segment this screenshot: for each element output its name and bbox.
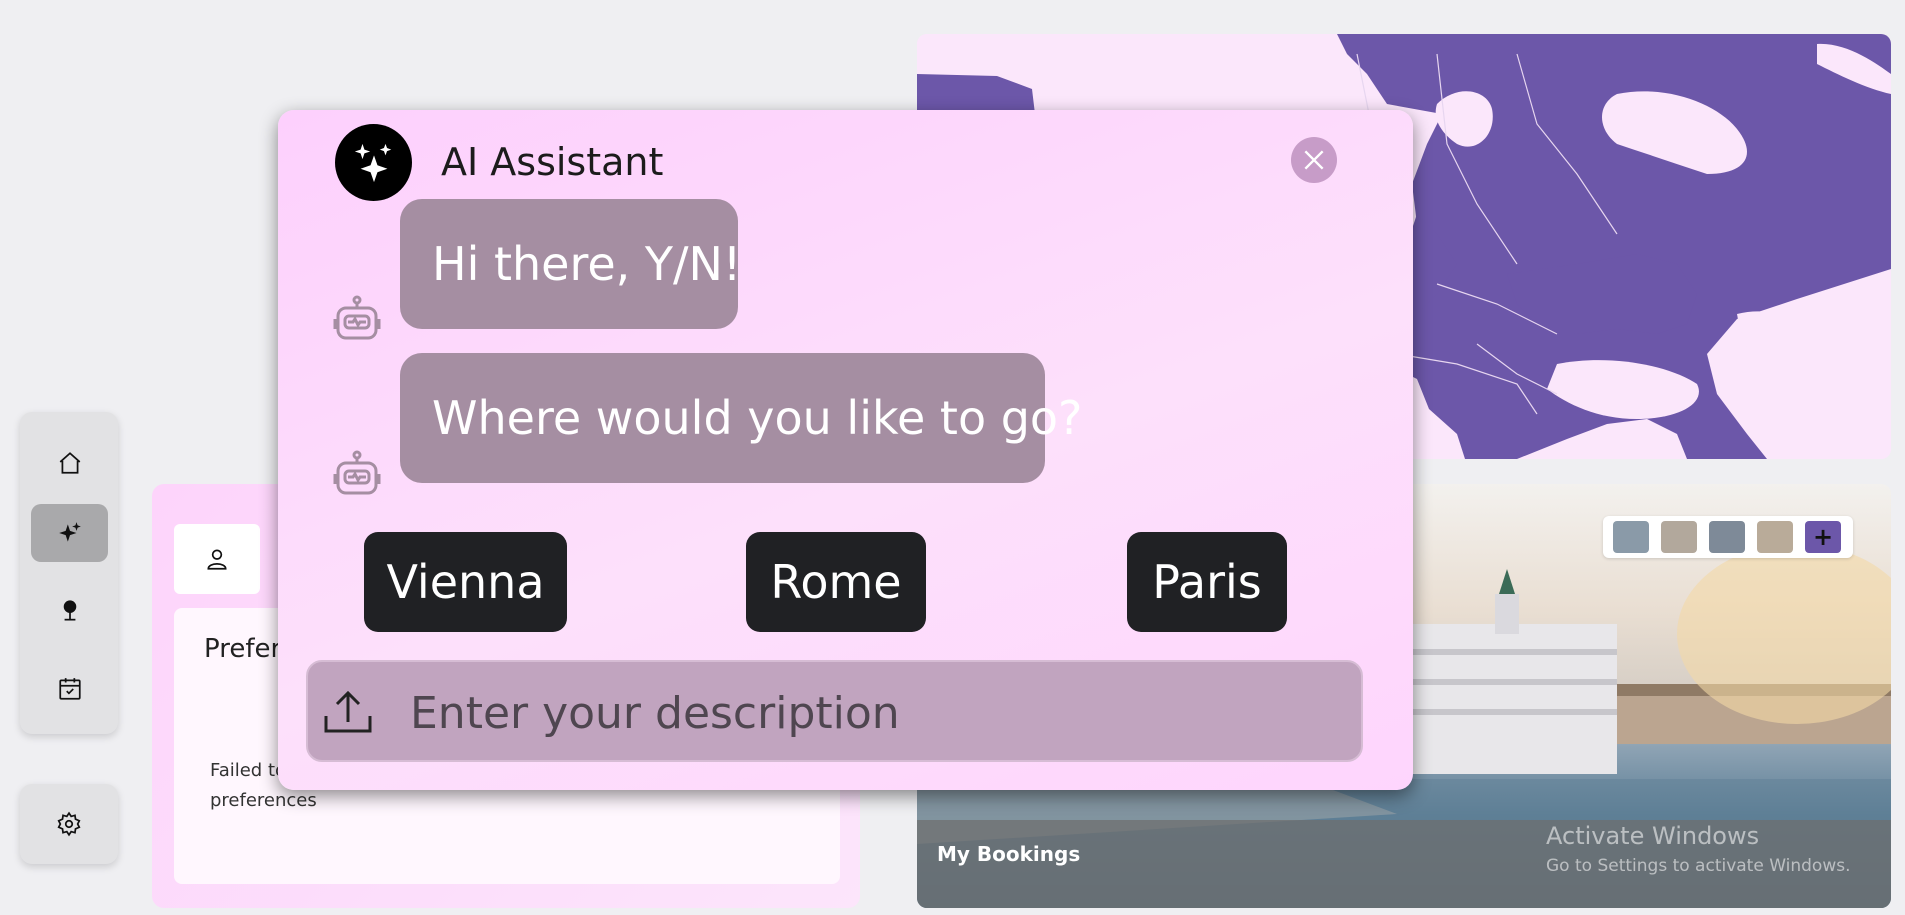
upload-icon[interactable] [322,688,374,736]
tab-profile[interactable] [174,524,260,594]
description-input[interactable] [408,672,1332,754]
plus-icon: + [1812,523,1834,551]
ai-assistant-modal: AI Assistant Hi there, Y/N! Where would … [278,110,1413,790]
preferences-title: Prefer [204,634,282,664]
add-photo-button[interactable]: + [1805,521,1841,553]
settings-button[interactable] [20,784,118,864]
calendar-check-icon [58,678,81,700]
choice-button-paris[interactable]: Paris [1127,532,1287,632]
sparkles-icon [354,143,391,182]
photo-thumbnail[interactable] [1613,521,1649,553]
photo-thumbnail[interactable] [1661,521,1697,553]
sidebar-item-home[interactable] [31,434,108,492]
sidebar-nav [20,412,118,734]
photo-thumbnail-strip: + [1603,516,1853,558]
chat-message-bot: Hi there, Y/N! [400,199,741,329]
photo-thumbnail[interactable] [1709,521,1745,553]
user-icon [207,549,227,570]
sidebar-item-ai-assistant[interactable] [31,504,108,562]
windows-activation-title: Activate Windows [1546,822,1760,850]
windows-activation-subtitle: Go to Settings to activate Windows. [1546,856,1851,876]
close-icon [1304,150,1324,170]
my-bookings-label: My Bookings [937,842,1081,866]
modal-title: AI Assistant [441,140,664,184]
sidebar-item-location[interactable] [31,582,108,640]
close-button[interactable] [1291,137,1337,183]
robot-icon [333,450,381,495]
map-pin-icon [63,600,76,621]
robot-icon [333,295,381,340]
photo-thumbnail[interactable] [1757,521,1793,553]
description-input-row [306,660,1363,762]
home-icon [59,452,80,474]
gear-icon [57,811,81,837]
sidebar-item-bookings[interactable] [31,660,108,718]
sparkles-icon [58,522,81,542]
ai-assistant-logo [335,124,412,201]
choice-button-rome[interactable]: Rome [746,532,926,632]
chat-message-bot: Where would you like to go? [400,353,1082,483]
choice-button-vienna[interactable]: Vienna [364,532,567,632]
